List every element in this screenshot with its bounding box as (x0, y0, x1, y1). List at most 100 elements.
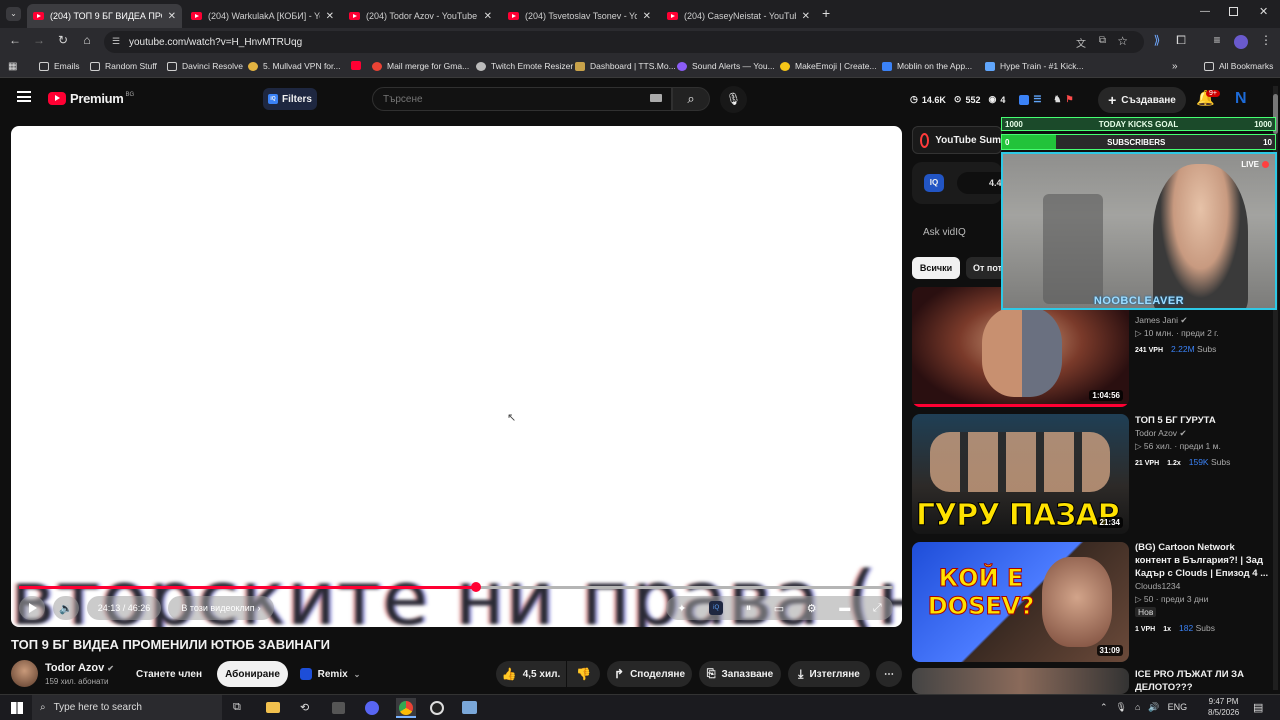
close-icon[interactable]: ✕ (643, 11, 651, 22)
chip-from-uploader[interactable]: От пот (966, 257, 1002, 279)
reading-list-icon[interactable]: ≡ (1208, 33, 1226, 47)
restore-button[interactable] (1229, 7, 1238, 16)
bookmark-tts[interactable]: Dashboard | TTS.Mo... (575, 61, 676, 71)
summary-panel[interactable]: YouTube Sum (912, 126, 1002, 154)
more-bookmarks-icon[interactable]: » (1172, 61, 1178, 72)
obs-icon[interactable] (430, 701, 444, 715)
back-button[interactable]: ← (6, 33, 24, 47)
bookmark-makeemoji[interactable]: MakeEmoji | Create... (780, 61, 877, 71)
minimize-button[interactable]: — (1200, 6, 1210, 17)
video-title[interactable]: (BG) Cartoon Network контент в България?… (1135, 541, 1270, 580)
bookmark-youtube[interactable] (351, 61, 366, 70)
home-button[interactable]: ⌂ (78, 33, 96, 47)
bookmark-random-stuff[interactable]: Random Stuff (90, 61, 157, 71)
address-bar[interactable]: ☰ youtube.com/watch?v=H_HnvMTRUqg 文 ⧉ ☆ (104, 31, 1144, 53)
notification-center-icon[interactable]: ▤ (1253, 701, 1263, 714)
file-explorer-icon[interactable] (266, 702, 280, 713)
sparkle-icon[interactable]: ✦ (677, 602, 686, 615)
app-icon-3[interactable] (462, 701, 477, 714)
windows-start-icon[interactable] (11, 702, 23, 714)
microphone-icon[interactable]: 🎙 (1116, 702, 1127, 713)
chrome-icon[interactable] (396, 698, 416, 718)
chapter-button[interactable]: В този видеоклип › (168, 596, 274, 620)
save-button[interactable]: ⎘ Запазване (699, 661, 781, 687)
vidiq-icon[interactable]: iQ (709, 601, 724, 615)
close-icon[interactable]: ✕ (484, 11, 492, 22)
hamburger-menu-icon[interactable] (17, 91, 31, 102)
channel-name[interactable]: Todor Azov ✔ (1135, 427, 1270, 440)
vidiq-icon[interactable] (1019, 94, 1030, 105)
site-info-icon[interactable]: ☰ (112, 36, 120, 47)
profile-avatar[interactable] (1234, 35, 1248, 49)
volume-button[interactable]: 🔉 (53, 596, 79, 620)
menu-dots-icon[interactable]: ⋮ (1257, 33, 1275, 47)
search-input[interactable] (372, 87, 672, 111)
install-icon[interactable]: ⧉ (1099, 35, 1106, 46)
tab-2[interactable]: (204) WarkulakA [КОБИ] - YouT ✕ (185, 4, 340, 28)
progress-bar[interactable] (19, 582, 893, 592)
bookmark-sound-alerts[interactable]: Sound Alerts — You... (677, 61, 775, 71)
subscribe-button[interactable]: Абониране (217, 661, 288, 687)
subtitles-icon[interactable]: ▭ (774, 602, 784, 615)
theater-mode-icon[interactable]: ▬ (839, 602, 850, 614)
related-video-thumbnail-2[interactable]: ГУРУ ПАЗАР 21:34 (912, 414, 1129, 534)
tab-search-button[interactable]: ⌄ (6, 7, 21, 21)
settings-gear-icon[interactable]: ⚙ (807, 602, 817, 615)
download-button[interactable]: ⤓ Изтегляне (788, 661, 870, 687)
related-video-thumbnail-4[interactable] (912, 668, 1129, 694)
clock[interactable]: 9:47 PM 8/5/2026 (1208, 696, 1239, 718)
task-view-icon[interactable]: ⧉ (233, 701, 241, 714)
bookmark-hype-train[interactable]: Hype Train - #1 Kick... (985, 61, 1084, 71)
bookmark-davinci[interactable]: Davinci Resolve (167, 61, 243, 71)
voice-search-button[interactable]: 🎙 (720, 86, 747, 113)
channel-avatar[interactable] (11, 660, 38, 687)
create-button[interactable]: + Създаване (1098, 87, 1186, 113)
close-icon[interactable]: ✕ (168, 11, 176, 22)
bookmark-twitch-emote[interactable]: Twitch Emote Resizer (476, 61, 573, 71)
video-player[interactable]: вторските ни права (не ↖ (11, 126, 902, 627)
share-button[interactable]: ↱ Споделяне (607, 661, 692, 687)
pause-icon[interactable]: ⏸ (746, 602, 752, 615)
like-button[interactable]: 👍 4,5 хил. (496, 661, 566, 687)
discord-icon[interactable] (365, 701, 379, 715)
bookmark-mail-merge[interactable]: Mail merge for Gma... (372, 61, 469, 71)
list-icon[interactable]: ☰ (1033, 94, 1041, 105)
chip-all[interactable]: Всички (912, 257, 960, 279)
language-indicator[interactable]: ENG (1168, 702, 1188, 713)
bookmark-mullvad[interactable]: 5. Mullvad VPN for... (248, 61, 340, 71)
channel-name[interactable]: Todor Azov ✔ (45, 662, 114, 674)
network-icon[interactable]: ⌂ (1135, 702, 1140, 713)
fullscreen-icon[interactable]: ⤢ (873, 602, 882, 615)
apps-grid-icon[interactable]: ▦ (8, 61, 17, 72)
search-button[interactable]: ⌕ (672, 87, 710, 111)
tab-5[interactable]: (204) CaseyNeistat - YouTube ✕ (661, 4, 816, 28)
extensions-puzzle-icon[interactable]: ⧠ (1172, 33, 1190, 48)
tab-3[interactable]: (204) Todor Azov - YouTube ✕ (343, 4, 498, 28)
extension-icon[interactable]: ⟫ (1148, 33, 1166, 47)
ghost-icon[interactable]: ♞ (1053, 94, 1061, 105)
account-avatar[interactable]: N (1235, 90, 1247, 108)
keyboard-icon[interactable] (650, 94, 662, 102)
dislike-button[interactable]: 👎 (567, 661, 600, 687)
join-button[interactable]: Станете член (128, 661, 210, 687)
channel-name[interactable]: Clouds1234 (1135, 580, 1270, 593)
tab-1[interactable]: (204) ТОП 9 БГ ВИДЕА ПРОМЕН ✕ (27, 4, 182, 28)
forward-button[interactable]: → (30, 33, 48, 47)
wand-icon[interactable]: ⚑ (1066, 94, 1074, 105)
remix-button[interactable]: Remix ⌄ (294, 661, 366, 687)
channel-name[interactable]: James Jani ✔ (1135, 314, 1270, 327)
youtube-logo[interactable]: Premium BG (48, 91, 134, 106)
chevron-up-icon[interactable]: ⌃ (1100, 702, 1108, 713)
video-title[interactable]: ТОП 5 БГ ГУРУТА (1135, 414, 1270, 427)
app-icon-1[interactable]: ⟲ (300, 701, 309, 714)
all-bookmarks[interactable]: All Bookmarks (1204, 61, 1273, 71)
vidiq-filters-button[interactable]: iQ Filters (263, 88, 317, 110)
bookmark-moblin[interactable]: Moblin on the App... (882, 61, 972, 71)
bookmark-emails[interactable]: Emails (39, 61, 80, 71)
close-icon[interactable]: ✕ (326, 11, 334, 22)
translate-icon[interactable]: 文 (1076, 35, 1086, 50)
close-icon[interactable]: ✕ (802, 11, 810, 22)
reload-button[interactable]: ↻ (54, 33, 72, 47)
video-title[interactable]: ICE PRO ЛЪЖАТ ЛИ ЗА ДЕЛОТО??? (1135, 668, 1270, 694)
ask-vidiq-input[interactable]: Ask vidIQ (923, 227, 966, 238)
